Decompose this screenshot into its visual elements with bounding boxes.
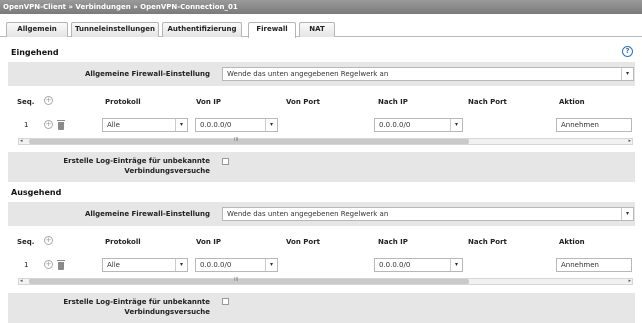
chevron-down-icon: ▾	[175, 119, 187, 131]
add-rule-icon[interactable]: +	[44, 236, 53, 245]
chevron-down-icon: ▾	[175, 259, 187, 271]
horizontal-scrollbar[interactable]: ◂ III ▸	[18, 137, 633, 145]
action-field[interactable]: Annehmen	[556, 258, 632, 272]
chevron-down-icon: ▾	[265, 119, 277, 131]
from-ip-value: 0.0.0.0/0	[200, 121, 232, 129]
from-ip-select[interactable]: 0.0.0.0/0 ▾	[195, 258, 278, 272]
log-label-line1: Erstelle Log-Einträge für unbekannte	[63, 157, 210, 165]
protocol-select[interactable]: Alle ▾	[102, 118, 188, 132]
breadcrumb: OpenVPN-Client » Verbindungen » OpenVPN-…	[0, 0, 642, 14]
col-from-ip: Von IP	[196, 98, 221, 106]
add-rule-icon[interactable]: +	[44, 96, 53, 105]
col-from-port: Von Port	[286, 238, 321, 246]
action-field[interactable]: Annehmen	[556, 118, 632, 132]
tab-nat[interactable]: NAT	[299, 22, 335, 37]
col-to-ip: Nach IP	[378, 98, 408, 106]
tab-authentifizierung[interactable]: Authentifizierung	[162, 22, 242, 37]
add-row-icon[interactable]: +	[44, 120, 53, 129]
log-label-line1: Erstelle Log-Einträge für unbekannte	[63, 298, 210, 306]
general-setting-value: Wende das unten angegebenen Regelwerk an	[227, 210, 389, 218]
col-to-ip: Nach IP	[378, 238, 408, 246]
log-checkbox-incoming[interactable]	[222, 158, 229, 165]
from-ip-value: 0.0.0.0/0	[200, 261, 232, 269]
general-setting-label-outgoing: Allgemeine Firewall-Einstellung	[84, 210, 210, 218]
col-action: Aktion	[559, 238, 585, 246]
tab-firewall[interactable]: Firewall	[248, 22, 296, 38]
col-protocol: Protokoll	[105, 238, 141, 246]
col-protocol: Protokoll	[105, 98, 141, 106]
trash-icon[interactable]	[57, 120, 65, 130]
help-icon[interactable]: ?	[622, 46, 633, 57]
from-ip-select[interactable]: 0.0.0.0/0 ▾	[195, 118, 278, 132]
chevron-down-icon: ▾	[450, 119, 462, 131]
section-title-outgoing: Ausgehend	[11, 188, 62, 197]
log-label-line2: Verbindungsversuche	[124, 308, 210, 316]
log-label-line2: Verbindungsversuche	[124, 167, 210, 175]
section-title-incoming: Eingehend	[11, 48, 59, 57]
col-from-ip: Von IP	[196, 238, 221, 246]
grip-icon: III	[234, 137, 239, 143]
chevron-down-icon: ▾	[265, 259, 277, 271]
to-ip-select[interactable]: 0.0.0.0/0 ▾	[374, 258, 463, 272]
general-setting-select-outgoing[interactable]: Wende das unten angegebenen Regelwerk an…	[222, 207, 634, 221]
tab-tunneleinstellungen[interactable]: Tunneleinstellungen	[71, 22, 159, 37]
chevron-down-icon: ▾	[621, 68, 633, 80]
scroll-thumb[interactable]	[29, 139, 469, 144]
chevron-down-icon: ▾	[621, 208, 633, 220]
horizontal-scrollbar[interactable]: ◂ III ▸	[18, 277, 633, 285]
scroll-left-icon[interactable]: ◂	[20, 138, 23, 144]
scroll-right-icon[interactable]: ▸	[628, 138, 631, 144]
scroll-right-icon[interactable]: ▸	[628, 278, 631, 284]
trash-icon[interactable]	[57, 260, 65, 270]
protocol-select[interactable]: Alle ▾	[102, 258, 188, 272]
log-checkbox-outgoing[interactable]	[222, 298, 229, 305]
col-seq: Seq.	[17, 98, 35, 106]
row-seq: 1	[24, 261, 29, 269]
general-setting-select-incoming[interactable]: Wende das unten angegebenen Regelwerk an…	[222, 67, 634, 81]
to-ip-select[interactable]: 0.0.0.0/0 ▾	[374, 118, 463, 132]
grip-icon: III	[234, 277, 239, 283]
col-seq: Seq.	[17, 238, 35, 246]
to-ip-value: 0.0.0.0/0	[379, 121, 411, 129]
protocol-value: Alle	[107, 121, 120, 129]
general-setting-label-incoming: Allgemeine Firewall-Einstellung	[84, 70, 210, 78]
to-ip-value: 0.0.0.0/0	[379, 261, 411, 269]
protocol-value: Alle	[107, 261, 120, 269]
general-setting-value: Wende das unten angegebenen Regelwerk an	[227, 70, 389, 78]
row-seq: 1	[24, 121, 29, 129]
tab-allgemein[interactable]: Allgemein	[6, 22, 68, 37]
col-to-port: Nach Port	[468, 98, 507, 106]
col-from-port: Von Port	[286, 98, 321, 106]
tab-bar: Allgemein Tunneleinstellungen Authentifi…	[0, 22, 642, 38]
chevron-down-icon: ▾	[450, 259, 462, 271]
scroll-thumb[interactable]	[29, 279, 469, 284]
col-action: Aktion	[559, 98, 585, 106]
col-to-port: Nach Port	[468, 238, 507, 246]
scroll-left-icon[interactable]: ◂	[20, 278, 23, 284]
add-row-icon[interactable]: +	[44, 260, 53, 269]
